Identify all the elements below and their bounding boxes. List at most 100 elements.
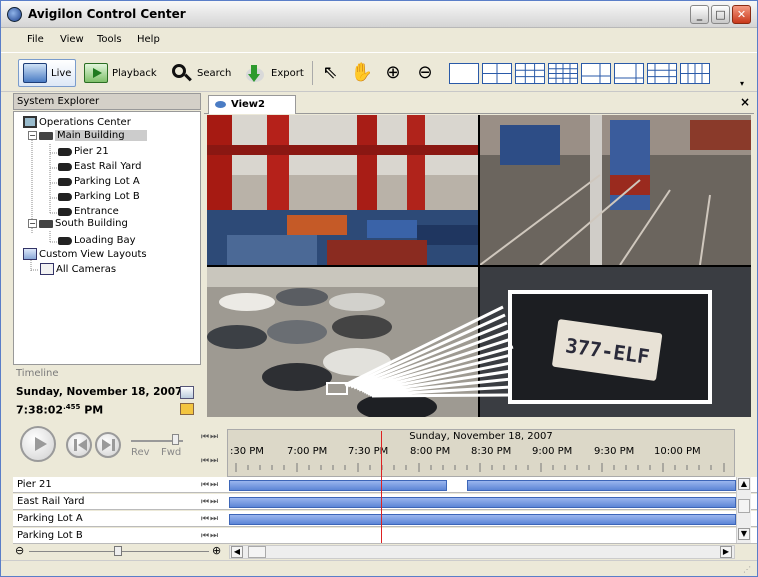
tree-node-label: Entrance xyxy=(74,206,119,217)
collapse-icon[interactable]: − xyxy=(28,219,37,228)
system-explorer-header: System Explorer xyxy=(13,93,201,110)
title-bar[interactable]: Avigilon Control Center _ □ ✕ xyxy=(1,1,757,28)
camera-icon xyxy=(58,147,72,156)
track-row-east-rail-yard[interactable]: East Rail Yard ⏮ ⏭ xyxy=(13,494,757,510)
camera-icon xyxy=(58,192,72,201)
eye-icon xyxy=(23,63,47,83)
timeline-nav-start-icon[interactable]: ⏮ ⏭ xyxy=(201,432,218,442)
close-button[interactable]: ✕ xyxy=(732,5,751,24)
step-back-button[interactable] xyxy=(66,432,92,458)
recording-bar[interactable] xyxy=(467,480,736,491)
tree-node-entrance[interactable]: Entrance xyxy=(58,206,119,217)
scroll-thumb[interactable] xyxy=(248,546,266,558)
tree-node-all-cameras[interactable]: All Cameras xyxy=(40,263,116,275)
live-button[interactable]: Live xyxy=(18,59,77,87)
track-nav-icon[interactable]: ⏮ ⏭ xyxy=(201,514,218,524)
close-tab-icon[interactable]: × xyxy=(740,95,750,109)
track-vertical-scrollbar[interactable]: ▲ ▼ xyxy=(736,477,751,543)
tree-node-parking-lot-a[interactable]: Parking Lot A xyxy=(58,176,140,187)
speed-slider-thumb[interactable] xyxy=(172,434,179,445)
export-label: Export xyxy=(271,67,304,79)
tree-node-east-rail-yard[interactable]: East Rail Yard xyxy=(58,161,142,172)
layout-1plus7-icon[interactable] xyxy=(614,63,644,84)
recording-bar[interactable] xyxy=(229,514,736,525)
time-tick: 9:00 PM xyxy=(532,446,573,457)
zoom-in-icon[interactable]: ⊕ xyxy=(381,61,405,85)
toolbar-overflow-icon[interactable]: ▾ xyxy=(740,79,744,88)
tree-node-main-building[interactable]: − Main Building xyxy=(28,130,147,141)
recording-bar[interactable] xyxy=(229,497,736,508)
tree-node-loading-bay[interactable]: Loading Bay xyxy=(58,235,136,246)
timeline-playhead[interactable] xyxy=(381,431,382,543)
resize-grip-icon[interactable]: ⋰ xyxy=(743,565,751,574)
tree-node-south-building[interactable]: − South Building xyxy=(28,218,128,229)
calendar-icon[interactable] xyxy=(180,386,194,399)
track-row-pier-21[interactable]: Pier 21 ⏮ ⏭ xyxy=(13,477,757,493)
eye-icon xyxy=(215,101,226,108)
layout-2plus8-icon[interactable] xyxy=(647,63,677,84)
menu-help[interactable]: Help xyxy=(137,34,160,45)
search-button[interactable]: Search xyxy=(164,59,236,87)
collapse-icon[interactable]: − xyxy=(28,131,37,140)
play-button[interactable] xyxy=(20,426,56,462)
layout-4x4-icon[interactable] xyxy=(548,63,578,84)
scroll-down-icon[interactable]: ▼ xyxy=(738,528,750,540)
tree-node-label: Loading Bay xyxy=(74,235,136,246)
track-name: Pier 21 xyxy=(17,479,52,490)
time-tick: :30 PM xyxy=(230,446,264,457)
time-ms: .455 xyxy=(63,403,81,411)
scroll-right-icon[interactable]: ▶ xyxy=(720,546,732,558)
system-explorer-tree: Operations Center − Main Building Pier 2… xyxy=(13,111,201,365)
layout-2x2-icon[interactable] xyxy=(482,63,512,84)
track-row-parking-lot-b[interactable]: Parking Lot B ⏮ ⏭ xyxy=(13,528,757,544)
time-tick: 7:00 PM xyxy=(287,446,328,457)
maximize-button[interactable]: □ xyxy=(711,5,730,24)
zoom-out-icon[interactable]: ⊖ xyxy=(413,61,437,85)
pan-hand-icon[interactable]: ✋ xyxy=(350,61,374,85)
track-row-parking-lot-a[interactable]: Parking Lot A ⏮ ⏭ xyxy=(13,511,757,527)
pointer-tool-icon[interactable]: ⇖ xyxy=(318,61,342,85)
track-nav-icon[interactable]: ⏮ ⏭ xyxy=(201,531,218,541)
timeline-ruler[interactable]: Sunday, November 18, 2007 :30 PM 7:00 PM… xyxy=(227,429,735,477)
menu-tools[interactable]: Tools xyxy=(97,34,122,45)
playback-button[interactable]: Playback xyxy=(79,59,162,87)
export-button[interactable]: Export xyxy=(238,59,309,87)
track-nav-icon[interactable]: ⏮ ⏭ xyxy=(201,480,218,490)
layout-1plus5-icon[interactable] xyxy=(581,63,611,84)
tree-node-custom-view-layouts[interactable]: Custom View Layouts xyxy=(23,248,147,260)
camera-icon xyxy=(58,207,72,216)
time-hms: 7:38:02 xyxy=(16,403,64,417)
menu-view[interactable]: View xyxy=(60,34,84,45)
tree-node-operations-center[interactable]: Operations Center xyxy=(23,116,131,128)
time-ampm: PM xyxy=(80,403,104,417)
scroll-up-icon[interactable]: ▲ xyxy=(738,478,750,490)
recording-bar[interactable] xyxy=(229,480,447,491)
timeline-nav-step-icon[interactable]: ⏮ ⏭ xyxy=(201,456,218,466)
scroll-thumb[interactable] xyxy=(738,499,750,513)
toolbar: Live Playback Search Export ⇖ ✋ ⊕ ⊖ ▾ xyxy=(1,52,757,92)
layout-wide-icon[interactable] xyxy=(680,63,710,84)
scroll-left-icon[interactable]: ◀ xyxy=(231,546,243,558)
tab-view2[interactable]: View2 xyxy=(208,95,296,114)
step-forward-button[interactable] xyxy=(95,432,121,458)
zoom-out-icon[interactable]: ⊖ xyxy=(15,544,24,557)
app-window: Avigilon Control Center _ □ ✕ File View … xyxy=(0,0,758,577)
track-nav-icon[interactable]: ⏮ ⏭ xyxy=(201,497,218,507)
camera-icon xyxy=(58,162,72,171)
layout-3x3-icon[interactable] xyxy=(515,63,545,84)
zoom-thumb[interactable] xyxy=(114,546,122,556)
bookmark-icon[interactable] xyxy=(180,403,194,415)
window-title: Avigilon Control Center xyxy=(28,7,186,21)
timeline-horizontal-scrollbar[interactable]: ◀ ▶ xyxy=(229,545,735,559)
building-icon xyxy=(39,219,53,228)
timeline-zoom-slider[interactable]: ⊖ ⊕ xyxy=(13,544,227,559)
layout-1x1-icon[interactable] xyxy=(449,63,479,84)
tree-node-parking-lot-b[interactable]: Parking Lot B xyxy=(58,191,140,202)
minimize-button[interactable]: _ xyxy=(690,5,709,24)
tree-node-label: Parking Lot B xyxy=(74,191,140,202)
tab-label: View2 xyxy=(231,99,265,110)
menu-file[interactable]: File xyxy=(27,34,44,45)
zoom-in-icon[interactable]: ⊕ xyxy=(212,544,221,557)
time-tick: 7:30 PM xyxy=(348,446,389,457)
tree-node-pier-21[interactable]: Pier 21 xyxy=(58,146,109,157)
